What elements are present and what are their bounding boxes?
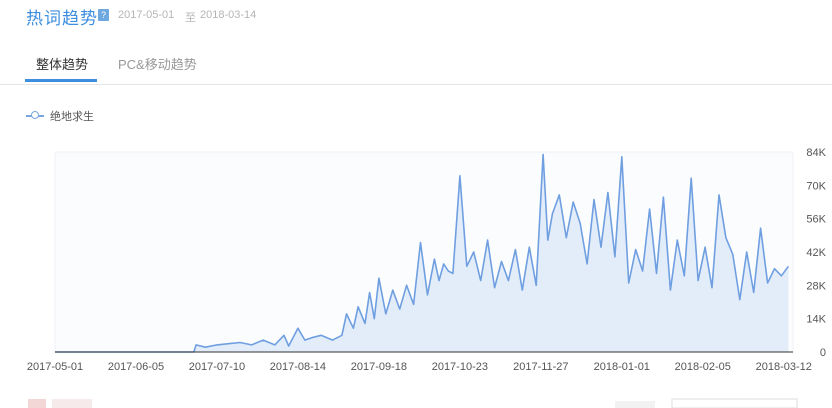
y-tick-label: 84K [806, 147, 826, 159]
y-tick-label: 42K [806, 247, 826, 259]
x-tick-label: 2017-09-18 [351, 361, 407, 373]
legend-dot-marker [31, 111, 39, 119]
y-tick-label: 0 [820, 347, 826, 359]
date-end: 2018-03-14 [200, 9, 257, 21]
x-tick-label: 2017-05-01 [27, 361, 83, 373]
tab-pc-mobile-trend[interactable]: PC&移动趋势 [118, 54, 197, 73]
bottom-badge-middle [52, 399, 92, 408]
bottom-strip [28, 398, 798, 408]
bottom-control-right [671, 398, 798, 408]
y-tick-label: 70K [806, 180, 826, 192]
question-icon[interactable]: ? [98, 9, 109, 21]
bottom-badge-left [28, 399, 46, 408]
x-tick-label: 2018-01-01 [594, 361, 650, 373]
y-tick-label: 28K [806, 280, 826, 292]
page-title: 热词趋势 [26, 9, 98, 28]
bottom-control-left [615, 401, 655, 408]
header: 热词趋势 ? 2017-05-01 至 2018-03-14 [0, 0, 832, 34]
tab-bar: 整体趋势 PC&移动趋势 [0, 44, 832, 85]
date-separator: 至 [185, 12, 196, 24]
y-tick-label: 14K [806, 314, 826, 326]
legend-label: 绝地求生 [50, 111, 94, 123]
x-tick-label: 2018-02-05 [675, 361, 731, 373]
x-tick-label: 2017-07-10 [189, 361, 245, 373]
x-tick-label: 2018-03-12 [756, 361, 812, 373]
x-tick-label: 2017-08-14 [270, 361, 326, 373]
x-tick-label: 2017-10-23 [432, 361, 488, 373]
tab-overall-trend[interactable]: 整体趋势 [36, 54, 88, 73]
date-start: 2017-05-01 [118, 9, 175, 21]
x-tick-label: 2017-11-27 [513, 361, 568, 373]
y-tick-label: 56K [806, 214, 826, 226]
active-tab-indicator [25, 79, 97, 82]
trend-chart: 2017-05-01 2017-06-05 2017-07-10 2017-08-14… [27, 147, 827, 373]
x-tick-label: 2017-06-05 [108, 361, 164, 373]
